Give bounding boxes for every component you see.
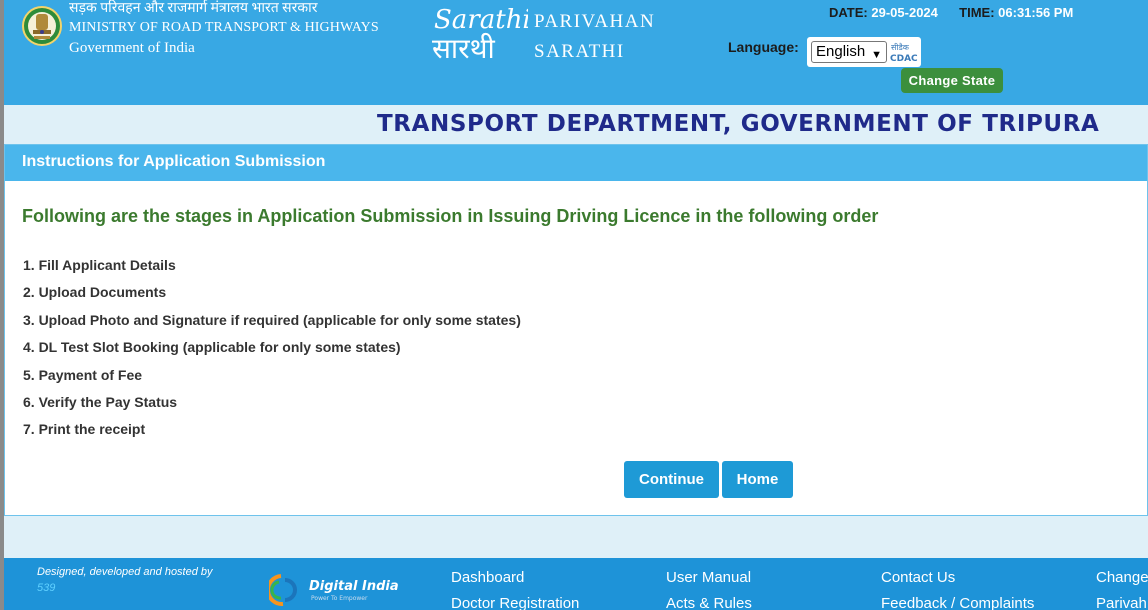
footer-link-acts-rules[interactable]: Acts & Rules xyxy=(666,595,752,610)
time-value: 06:31:56 PM xyxy=(998,5,1074,20)
footer-link-change[interactable]: Change xyxy=(1096,569,1148,586)
continue-button[interactable]: Continue xyxy=(624,461,719,498)
svg-text:Digital India: Digital India xyxy=(309,579,399,594)
date-label: DATE: xyxy=(829,5,868,20)
department-title: TRANSPORT DEPARTMENT, GOVERNMENT OF TRIP… xyxy=(377,111,1100,137)
home-button[interactable]: Home xyxy=(722,461,793,498)
chevron-down-icon: ▼ xyxy=(871,49,882,61)
sarathi-logo: Sarathi सारथी xyxy=(432,5,528,62)
stages-heading: Following are the stages in Application … xyxy=(22,206,879,226)
language-box: English ▼ सीडैक CDAC xyxy=(807,37,921,67)
footer-link-parivahan[interactable]: Parivah xyxy=(1096,595,1147,610)
svg-text:CDAC: CDAC xyxy=(890,54,918,64)
svg-text:सीडैक: सीडैक xyxy=(891,42,910,52)
time-label: TIME: xyxy=(959,5,995,20)
ministry-hindi: सड़क परिवहन और राजमार्ग मंत्रालय भारत सर… xyxy=(69,1,318,16)
svg-text:Power To Empower: Power To Empower xyxy=(311,595,368,602)
date-value: 29-05-2024 xyxy=(871,5,938,20)
stage-item: 5. Payment of Fee xyxy=(23,366,143,383)
footer-link-user-manual[interactable]: User Manual xyxy=(666,569,751,586)
ministry-title: सड़क परिवहन और राजमार्ग मंत्रालय भारत सर… xyxy=(69,0,379,58)
footer-link-contact-us[interactable]: Contact Us xyxy=(881,569,955,586)
instructions-panel: Instructions for Application Submission … xyxy=(4,144,1148,516)
stages-list: 1. Fill Applicant Details 2. Upload Docu… xyxy=(23,255,521,447)
stage-item: 6. Verify the Pay Status xyxy=(23,393,178,410)
footer-link-dashboard[interactable]: Dashboard xyxy=(451,569,524,586)
national-emblem-logo xyxy=(22,6,62,46)
digital-india-logo: Digital India Power To Empower xyxy=(269,574,399,607)
stage-item: 7. Print the receipt xyxy=(23,421,146,438)
brand-sarathi: SARATHI xyxy=(534,41,625,62)
svg-text:सारथी: सारथी xyxy=(432,32,496,62)
brand-parivahan: PARIVAHAN xyxy=(534,11,656,32)
parivahan-sarathi-brand: PARIVAHAN SARATHI xyxy=(534,7,655,67)
language-selected: English xyxy=(816,43,866,60)
footer-link-doctor-registration[interactable]: Doctor Registration xyxy=(451,595,579,610)
cdac-logo: सीडैक CDAC xyxy=(890,42,918,64)
designed-by-link[interactable]: 539 xyxy=(37,582,55,594)
change-state-button[interactable]: Change State xyxy=(901,68,1003,93)
stage-item: 1. Fill Applicant Details xyxy=(23,257,176,273)
site-footer: Designed, developed and hosted by 539 Di… xyxy=(4,558,1148,610)
stage-item: 2. Upload Documents xyxy=(23,284,167,301)
designed-by-text: Designed, developed and hosted by xyxy=(37,566,213,578)
date-time: DATE: 29-05-2024 TIME: 06:31:56 PM xyxy=(829,5,1073,20)
stage-item: 4. DL Test Slot Booking (applicable for … xyxy=(23,339,401,356)
department-title-bar: TRANSPORT DEPARTMENT, GOVERNMENT OF TRIP… xyxy=(4,105,1148,145)
language-select[interactable]: English ▼ xyxy=(811,41,887,63)
stage-item: 3. Upload Photo and Signature if require… xyxy=(23,311,521,328)
site-header: सड़क परिवहन और राजमार्ग मंत्रालय भारत सर… xyxy=(4,0,1148,105)
svg-text:Sarathi: Sarathi xyxy=(434,5,528,35)
ministry-english: MINISTRY OF ROAD TRANSPORT & HIGHWAYS xyxy=(69,20,379,35)
government-of-india: Government of India xyxy=(69,40,195,56)
panel-header: Instructions for Application Submission xyxy=(5,145,1147,181)
language-label: Language: xyxy=(728,39,799,55)
footer-link-feedback[interactable]: Feedback / Complaints xyxy=(881,595,1034,610)
